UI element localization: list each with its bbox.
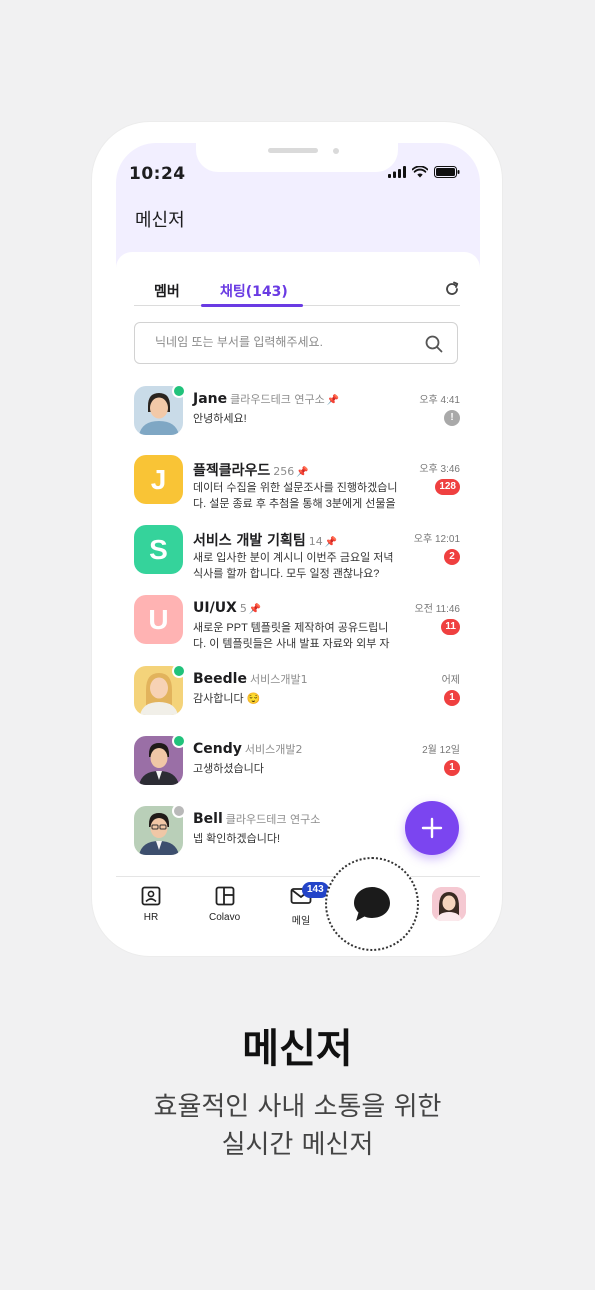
promo-subtitle: 효율적인 사내 소통을 위한 실시간 메신저 — [0, 1088, 595, 1164]
nav-colavo[interactable]: Colavo — [209, 886, 240, 923]
signal-icon — [388, 166, 406, 178]
chat-row-beedle[interactable]: Beedle 서비스개발1 감사합니다 😌 어제 1 — [116, 664, 480, 736]
speaker-grille — [268, 148, 318, 153]
group-avatar-u: U — [134, 595, 183, 644]
active-tab-indicator — [201, 304, 303, 307]
chat-name: Bell 클라우드테크 연구소 — [193, 811, 321, 827]
chat-name: Cendy 서비스개발2 — [193, 741, 303, 757]
chat-preview: 넵 확인하겠습니다! — [193, 833, 281, 845]
chat-time: 2월 12일 — [422, 745, 460, 756]
messenger-nav-button[interactable] — [325, 857, 419, 951]
refresh-icon[interactable] — [444, 281, 460, 297]
offline-status-dot — [172, 804, 186, 818]
group-avatar-j: J — [134, 455, 183, 504]
new-chat-button[interactable] — [405, 801, 459, 855]
chat-department: 서비스개발1 — [249, 673, 308, 686]
unread-badge: 2 — [444, 549, 460, 565]
pin-icon: 📌 — [248, 604, 262, 615]
chat-time: 오후 4:41 — [419, 395, 460, 406]
chat-department: 클라우드테크 연구소 — [230, 393, 325, 406]
chat-name: UI/UX 5 📌 — [193, 600, 262, 616]
chat-name: 서비스 개발 기획팀 14 📌 — [193, 533, 338, 549]
chat-bubble-icon — [354, 887, 390, 921]
promo-subtitle-line1: 효율적인 사내 소통을 위한 — [153, 1092, 442, 1122]
group-avatar-s: S — [134, 525, 183, 574]
status-time: 10:24 — [129, 164, 186, 184]
unread-badge: 128 — [435, 479, 460, 495]
chat-name: Jane 클라우드테크 연구소 📌 — [193, 391, 340, 407]
front-camera — [333, 148, 339, 154]
search-input[interactable] — [153, 334, 407, 350]
pin-icon: 📌 — [296, 467, 309, 478]
nav-label: Colavo — [209, 912, 241, 923]
chat-row-uiux[interactable]: U UI/UX 5 📌 새로운 PPT 템플릿을 제작하여 공유드립니다. 이 템플… — [116, 595, 480, 665]
unread-badge: 1 — [444, 760, 460, 776]
nav-hr[interactable]: HR — [141, 886, 161, 923]
chat-preview: 감사합니다 😌 — [193, 693, 261, 705]
layout-icon — [215, 886, 234, 906]
member-count: 5 — [239, 602, 247, 615]
chat-row-jane[interactable]: Jane 클라우드테크 연구소 📌 안녕하세요! 오후 4:41 ! — [116, 384, 480, 456]
tab-members[interactable]: 멤버 — [154, 281, 180, 301]
id-card-icon — [141, 886, 161, 906]
member-count: 14 — [308, 535, 323, 548]
unread-badge: 11 — [441, 619, 460, 635]
search-icon[interactable] — [425, 335, 443, 353]
chat-name: 플젝클라우드 256 📌 — [193, 463, 309, 479]
chat-time: 오후 12:01 — [413, 534, 460, 545]
profile-avatar[interactable] — [432, 887, 466, 921]
chat-department: 서비스개발2 — [244, 743, 303, 756]
plus-icon — [421, 817, 443, 839]
member-count: 256 — [273, 465, 295, 478]
online-status-dot — [172, 664, 186, 678]
chat-row-cendy[interactable]: Cendy 서비스개발2 고생하셨습니다 2월 12일 1 — [116, 734, 480, 806]
online-status-dot — [172, 734, 186, 748]
chat-preview: 고생하셨습니다 — [193, 763, 264, 775]
battery-icon — [434, 166, 460, 178]
pin-icon: 📌 — [324, 537, 338, 548]
chat-time: 어제 — [441, 675, 460, 686]
chat-time: 오후 3:46 — [419, 464, 460, 475]
unread-badge: 1 — [444, 690, 460, 706]
nav-label: HR — [143, 912, 159, 923]
chat-time: 오전 11:46 — [414, 604, 460, 615]
promo-headline: 메신저 — [242, 1026, 353, 1072]
status-icons — [388, 166, 460, 178]
chat-preview: 새로 입사한 분이 계시니 이번주 금요일 저녁 식사를 할까 합니다. 모두 … — [193, 552, 394, 580]
nav-label: 메일 — [291, 916, 311, 927]
chat-department: 클라우드테크 연구소 — [225, 813, 321, 826]
chat-name: Beedle 서비스개발1 — [193, 671, 308, 687]
chat-preview: 새로운 PPT 템플릿을 제작하여 공유드립니다. 이 템플릿들은 사내 발표 … — [193, 622, 390, 650]
chat-row-project-cloud[interactable]: J 플젝클라우드 256 📌 데이터 수집을 위한 설문조사를 진행하겠습니다. 설… — [116, 455, 480, 525]
tab-chats[interactable]: 채팅(143) — [220, 281, 288, 301]
chat-preview: 데이터 수집을 위한 설문조사를 진행하겠습니다. 설문 종료 후 추첨을 통해… — [193, 482, 398, 510]
online-status-dot — [172, 384, 186, 398]
alert-badge: ! — [444, 410, 460, 426]
chat-row-service-planning[interactable]: S 서비스 개발 기획팀 14 📌 새로 입사한 분이 계시니 이번주 금요일 저녁… — [116, 525, 480, 595]
promo-subtitle-line2: 실시간 메신저 — [221, 1130, 374, 1160]
pin-icon: 📌 — [326, 395, 340, 406]
chat-preview: 안녕하세요! — [193, 413, 247, 425]
search-bar — [134, 322, 458, 364]
app-title: 메신저 — [135, 210, 185, 231]
wifi-icon — [412, 166, 428, 178]
